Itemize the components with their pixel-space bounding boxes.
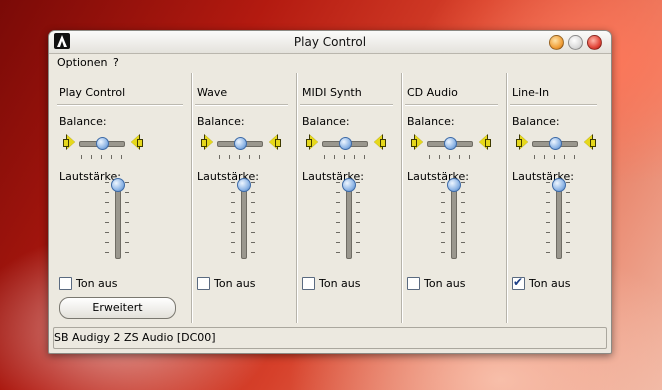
device-name: SB Audigy 2 ZS Audio [DC00] [54,331,216,344]
balance-slider[interactable] [217,137,263,150]
channel-name: MIDI Synth [302,86,362,99]
volume-slider-thumb[interactable] [237,178,251,192]
speaker-left-icon [306,134,320,150]
channel-divider-line [57,104,183,105]
channel-name: Wave [197,86,228,99]
balance-label: Balance: [59,115,107,128]
volume-slider[interactable] [111,178,125,259]
balance-slider[interactable] [532,137,578,150]
balance-label: Balance: [197,115,245,128]
channel-divider [401,73,402,323]
volume-slider[interactable] [552,178,566,259]
volume-slider[interactable] [342,178,356,259]
title-bar[interactable]: Play Control [49,31,611,54]
speaker-right-icon [582,134,596,150]
channel-divider-line [195,104,288,105]
channel-divider-line [510,104,597,105]
menu-optionen[interactable]: Optionen [57,56,107,69]
channel-divider-line [300,104,393,105]
advanced-button[interactable]: Erweitert [59,297,176,319]
volume-slider-thumb[interactable] [552,178,566,192]
balance-slider-thumb[interactable] [549,137,562,150]
volume-slider-thumb[interactable] [342,178,356,192]
balance-slider[interactable] [79,137,125,150]
balance-label: Balance: [302,115,350,128]
close-button[interactable] [587,35,602,50]
window-title: Play Control [293,35,367,49]
balance-slider-thumb[interactable] [444,137,457,150]
channel-strip: Wave Balance: Lautstärke: Ton aus [191,73,296,323]
mixer-panel: Play Control Balance: Lautstärke: Ton aus Er… [53,73,605,323]
channel-divider-line [405,104,498,105]
menu-help[interactable]: ? [113,56,119,69]
mute-checkbox-box[interactable] [512,275,525,290]
speaker-right-icon [477,134,491,150]
balance-slider-thumb[interactable] [339,137,352,150]
channel-strip: CD Audio Balance: Lautstärke: Ton aus [401,73,506,323]
channel-divider [296,73,297,323]
speaker-right-icon [372,134,386,150]
mute-label: Ton aus [76,277,118,290]
maximize-button[interactable] [568,35,583,50]
balance-ticks [429,155,473,159]
speaker-left-icon [63,134,77,150]
mute-checkbox-box[interactable] [302,277,315,290]
channel-strip: Play Control Balance: Lautstärke: Ton aus Er… [53,73,191,323]
balance-ticks [324,155,368,159]
speaker-left-icon [516,134,530,150]
volume-slider[interactable] [237,178,251,259]
status-bar: SB Audigy 2 ZS Audio [DC00] [53,327,607,349]
menu-bar: Optionen ? [49,54,611,71]
speaker-right-icon [129,134,143,150]
mute-label: Ton aus [424,277,466,290]
channel-strip: MIDI Synth Balance: Lautstärke: Ton aus [296,73,401,323]
mute-label: Ton aus [319,277,361,290]
channel-name: CD Audio [407,86,458,99]
balance-slider-thumb[interactable] [96,137,109,150]
balance-label: Balance: [512,115,560,128]
channel-name: Line-In [512,86,550,99]
channel-divider [506,73,507,323]
mute-checkbox-box[interactable] [407,277,420,290]
play-control-window: Play Control Optionen ? Play Control Bala… [48,30,612,354]
balance-ticks [534,155,578,159]
volume-slider-thumb[interactable] [111,178,125,192]
channel-divider [191,73,192,323]
balance-slider[interactable] [322,137,368,150]
volume-slider-thumb[interactable] [447,178,461,192]
balance-slider-thumb[interactable] [234,137,247,150]
balance-slider[interactable] [427,137,473,150]
mute-label: Ton aus [214,277,256,290]
balance-ticks [81,155,125,159]
speaker-left-icon [201,134,215,150]
speaker-left-icon [411,134,425,150]
channel-name: Play Control [59,86,126,99]
speaker-right-icon [267,134,281,150]
balance-ticks [219,155,263,159]
mute-checkbox-box[interactable] [197,277,210,290]
mute-checkbox-box[interactable] [59,277,72,290]
balance-label: Balance: [407,115,455,128]
mute-label: Ton aus [529,277,571,290]
volume-slider[interactable] [447,178,461,259]
minimize-button[interactable] [549,35,564,50]
channel-strip: Line-InBalance:Lautstärke:Ton aus [506,73,605,323]
